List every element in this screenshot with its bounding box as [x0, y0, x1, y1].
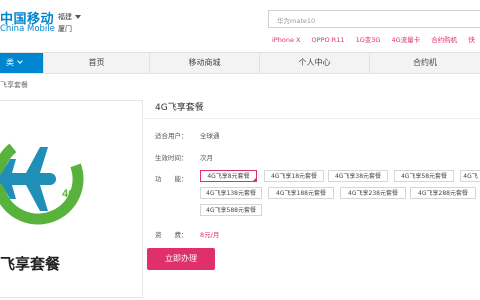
plan-option[interactable]: 4G飞享58元套餐	[394, 170, 454, 182]
users-value: 全球通	[200, 132, 220, 140]
hot-link[interactable]: 快	[468, 36, 475, 44]
nav-item-contract-phone[interactable]: 合约机	[370, 53, 480, 73]
product-title: 4G飞享套餐	[155, 103, 204, 113]
nav-category-menu[interactable]: 类	[0, 53, 44, 73]
plan-option[interactable]: 4G飞享238元套餐	[340, 187, 406, 199]
nav-item-personal-center[interactable]: 个人中心	[260, 53, 370, 73]
search-placeholder: 华为mate10	[277, 17, 316, 25]
site-header: 中国移动 China Mobile 福建 厦门 华为mate10 iPhone …	[0, 0, 480, 52]
province-selector[interactable]: 福建	[58, 12, 81, 22]
plan-option[interactable]: 4G飞享18元套餐	[264, 170, 324, 182]
price-label: 资 费：	[155, 231, 188, 239]
plan-option[interactable]: 4G飞	[460, 170, 480, 182]
product-image: 4G 飞享套餐	[0, 100, 143, 298]
hot-link[interactable]: 4G流量卡	[392, 36, 421, 44]
function-label: 功 能：	[155, 175, 188, 183]
hot-link[interactable]: 合约购机	[431, 36, 457, 44]
logo-english[interactable]: China Mobile	[0, 24, 55, 34]
hot-link[interactable]: 1G变3G	[356, 36, 381, 44]
breadcrumb[interactable]: 飞享套餐	[0, 80, 28, 90]
city-selector[interactable]: 厦门	[58, 24, 72, 34]
product-image-overlay-text: 4G	[62, 188, 77, 200]
users-label: 适合用户：	[155, 132, 188, 140]
hot-link[interactable]: OPPO R11	[312, 36, 345, 44]
plan-option[interactable]: 4G飞享588元套餐	[200, 204, 262, 216]
nav-item-mall[interactable]: 移动商城	[150, 53, 260, 73]
plan-option[interactable]: 4G飞享38元套餐	[328, 170, 388, 182]
price-value: 8元/月	[200, 231, 220, 239]
nav-category-label: 类	[6, 58, 14, 67]
apply-now-button[interactable]: 立即办理	[147, 248, 215, 270]
plan-option[interactable]: 4G飞享138元套餐	[200, 187, 262, 199]
chevron-down-icon	[17, 58, 23, 64]
city-label: 厦门	[58, 25, 72, 33]
product-image-title: 飞享套餐	[0, 255, 61, 273]
effective-label: 生效时间：	[155, 154, 188, 162]
airplane-logo-icon: 4G	[0, 133, 84, 225]
plan-option[interactable]: 4G飞享188元套餐	[268, 187, 334, 199]
search-input[interactable]: 华为mate10	[268, 10, 480, 28]
effective-value: 次月	[200, 154, 213, 162]
main-nav: 类 首页 移动商城 个人中心 合约机	[0, 52, 480, 74]
hot-link[interactable]: iPhone X	[272, 36, 300, 44]
province-label: 福建	[58, 13, 72, 21]
plan-option-selected[interactable]: 4G飞享8元套餐	[200, 170, 257, 182]
hot-search-links: iPhone X OPPO R11 1G变3G 4G流量卡 合约购机 快	[272, 34, 480, 44]
plan-option[interactable]: 4G飞享288元套餐	[410, 187, 476, 199]
divider	[145, 118, 480, 119]
nav-item-home[interactable]: 首页	[44, 53, 150, 73]
chevron-down-icon	[75, 15, 81, 19]
